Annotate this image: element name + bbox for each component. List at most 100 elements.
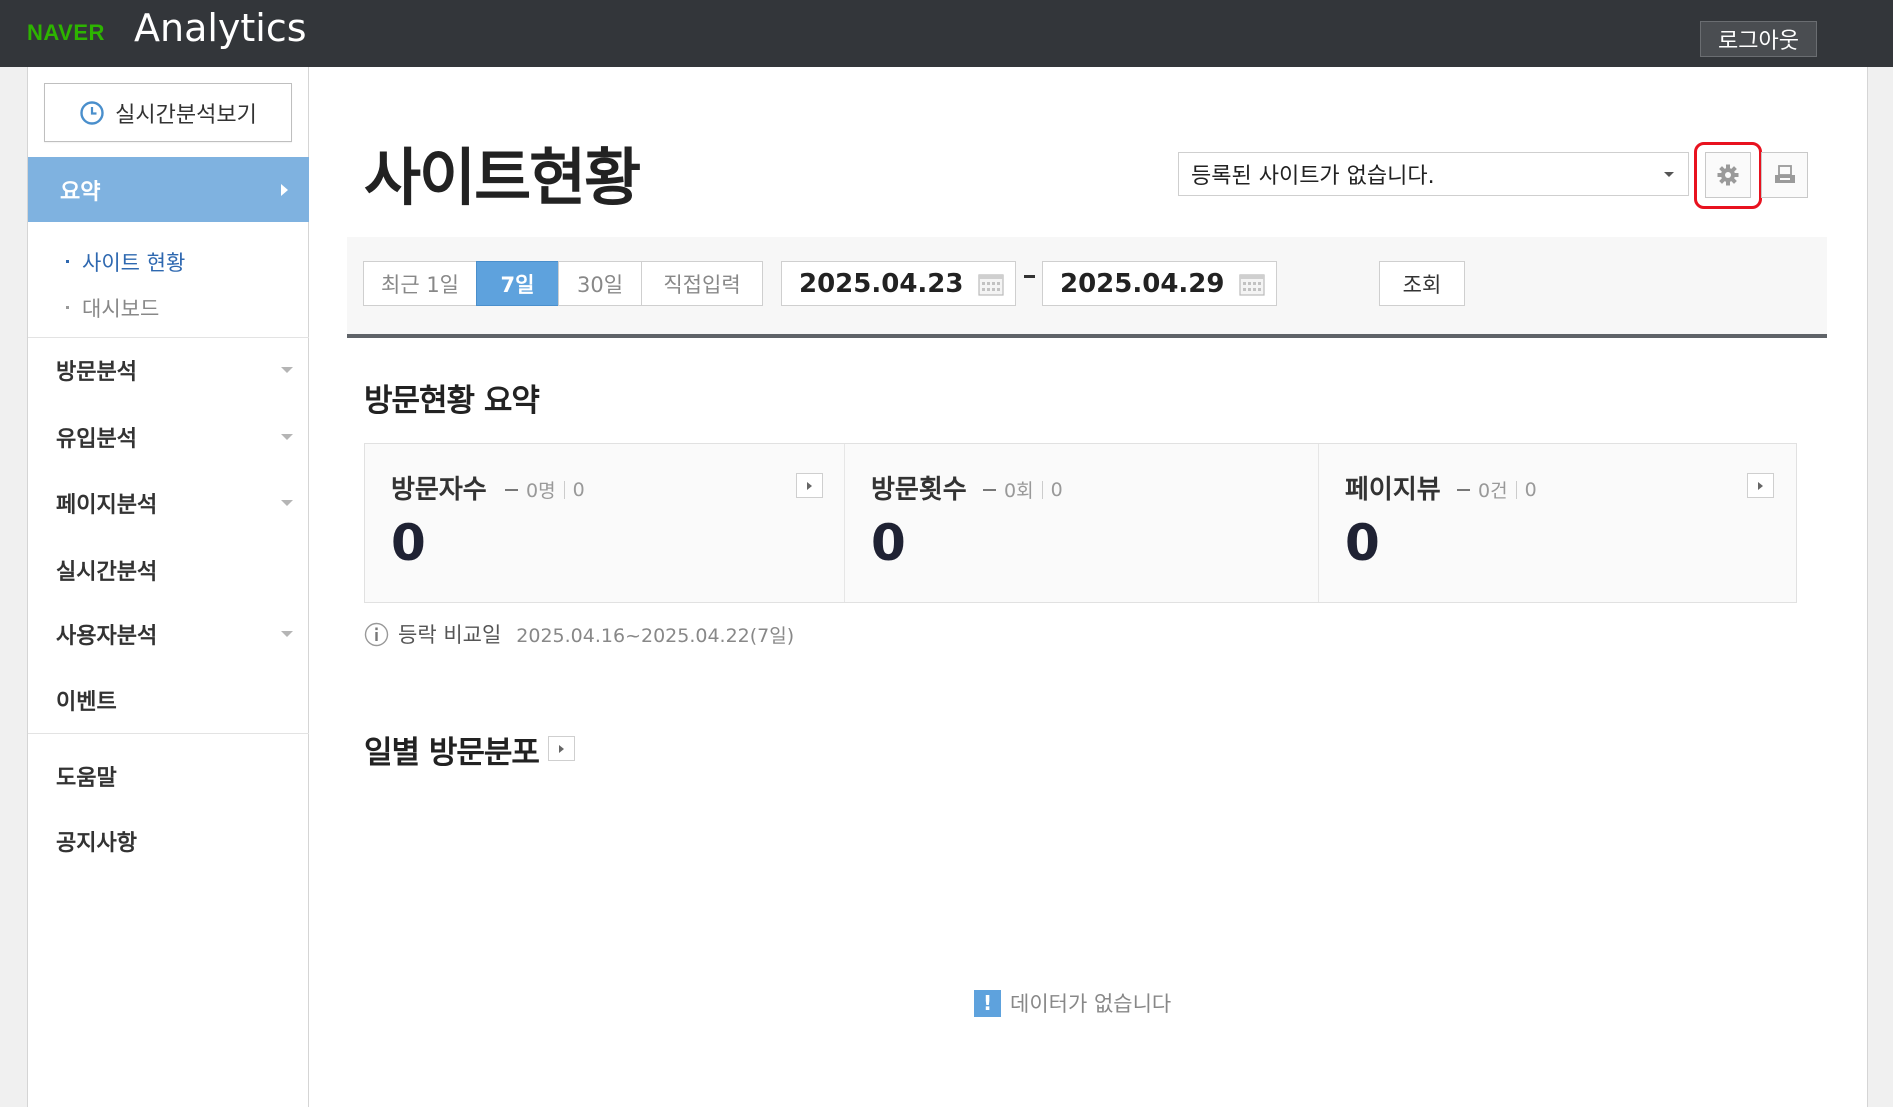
analytics-logo-text[interactable]: Analytics bbox=[134, 6, 307, 50]
no-data-text: 데이터가 없습니다 bbox=[1010, 992, 1172, 1016]
nav-label: 도움말 bbox=[56, 766, 117, 791]
nav-label: 유입분석 bbox=[56, 427, 137, 452]
nav-label: 사용자분석 bbox=[56, 624, 158, 649]
nav-label: 실시간분석 bbox=[56, 560, 158, 585]
end-date-value: 2025.04.29 bbox=[1060, 268, 1225, 299]
stat-compare-value: 0회 bbox=[1004, 480, 1034, 502]
visit-summary-panel: 방문자수 0명 0 0 방문횟수 0회 0 0 페이지뷰 0건 0 0 bbox=[364, 443, 1797, 603]
stat-compare: 0회 0 bbox=[983, 476, 1063, 503]
naver-logo[interactable]: NAVER bbox=[27, 20, 105, 46]
nav-label: 공지사항 bbox=[56, 831, 137, 856]
no-data-message: ! 데이터가 없습니다 bbox=[974, 988, 1171, 1018]
bullet-icon bbox=[66, 306, 69, 309]
calendar-icon[interactable] bbox=[978, 272, 1004, 296]
chevron-down-icon bbox=[281, 631, 293, 637]
search-button[interactable]: 조회 bbox=[1379, 261, 1465, 306]
stat-value: 0 bbox=[871, 514, 906, 572]
sidebar-item-notice[interactable]: 공지사항 bbox=[28, 816, 310, 866]
start-date-field[interactable]: 2025.04.23 bbox=[781, 261, 1016, 306]
range-button-7days[interactable]: 7일 bbox=[476, 261, 559, 306]
bullet-icon bbox=[66, 260, 69, 263]
subnav-label: 사이트 현황 bbox=[82, 251, 186, 275]
end-date-field[interactable]: 2025.04.29 bbox=[1042, 261, 1277, 306]
range-button-30days[interactable]: 30일 bbox=[558, 261, 642, 306]
stat-card-visitors: 방문자수 0명 0 0 bbox=[365, 444, 845, 602]
stat-compare: 0건 0 bbox=[1457, 476, 1537, 503]
logout-button[interactable]: 로그아웃 bbox=[1700, 21, 1817, 57]
date-range-separator bbox=[1024, 275, 1035, 278]
divider bbox=[1515, 480, 1517, 499]
sidebar-divider bbox=[28, 733, 310, 734]
visitors-detail-button[interactable] bbox=[796, 473, 823, 498]
visit-summary-title: 방문현황 요약 bbox=[364, 383, 540, 419]
exclamation-icon: ! bbox=[974, 989, 1001, 1017]
daily-distribution-title: 일별 방문분포 bbox=[364, 735, 540, 771]
calendar-icon[interactable] bbox=[1239, 272, 1265, 296]
range-button-group: 최근 1일 7일 30일 직접입력 bbox=[363, 261, 763, 306]
divider bbox=[1041, 480, 1043, 499]
sidebar-item-help[interactable]: 도움말 bbox=[28, 751, 310, 801]
start-date-value: 2025.04.23 bbox=[799, 268, 964, 299]
compare-period: 등락 비교일 2025.04.16~2025.04.22(7일) bbox=[364, 619, 794, 649]
divider bbox=[563, 480, 565, 499]
print-button[interactable] bbox=[1761, 152, 1808, 198]
realtime-analysis-button[interactable]: 실시간분석보기 bbox=[44, 83, 292, 142]
sidebar-item-page-analysis[interactable]: 페이지분석 bbox=[28, 478, 310, 528]
pageviews-detail-button[interactable] bbox=[1747, 473, 1774, 498]
stat-change: 0 bbox=[1050, 478, 1063, 501]
subnav-label: 대시보드 bbox=[82, 297, 160, 321]
page-right-margin bbox=[1867, 67, 1893, 1107]
minus-icon bbox=[983, 488, 996, 491]
sidebar: 실시간분석보기 요약 사이트 현황 대시보드 방문분석 유입분석 페이지분석 실… bbox=[27, 67, 310, 1107]
daily-distribution-detail-button[interactable] bbox=[548, 736, 575, 761]
range-button-custom[interactable]: 직접입력 bbox=[641, 261, 763, 306]
sidebar-item-realtime-analysis[interactable]: 실시간분석 bbox=[28, 545, 310, 595]
stat-compare: 0명 0 bbox=[505, 476, 585, 503]
chevron-down-icon bbox=[1664, 172, 1674, 177]
top-bar: NAVER Analytics 로그아웃 bbox=[0, 0, 1893, 67]
compare-range: 2025.04.16~2025.04.22(7일) bbox=[516, 624, 795, 647]
clock-icon bbox=[80, 100, 104, 125]
stat-value: 0 bbox=[1345, 514, 1380, 572]
chevron-down-icon bbox=[281, 367, 293, 373]
settings-button[interactable] bbox=[1705, 152, 1751, 198]
sidebar-item-user-analysis[interactable]: 사용자분석 bbox=[28, 609, 310, 659]
subnav-item-site-status[interactable]: 사이트 현황 bbox=[28, 239, 310, 285]
sidebar-item-event[interactable]: 이벤트 bbox=[28, 675, 310, 725]
stat-name: 방문횟수 bbox=[871, 475, 967, 505]
site-select-dropdown[interactable]: 등록된 사이트가 없습니다. bbox=[1178, 152, 1689, 196]
sidebar-item-inflow-analysis[interactable]: 유입분석 bbox=[28, 412, 310, 462]
range-button-1day[interactable]: 최근 1일 bbox=[363, 261, 477, 306]
chevron-down-icon bbox=[281, 434, 293, 440]
stat-value: 0 bbox=[391, 514, 426, 572]
sidebar-item-visit-analysis[interactable]: 방문분석 bbox=[28, 345, 310, 395]
chevron-right-icon bbox=[1758, 481, 1763, 490]
compare-label: 등락 비교일 bbox=[398, 623, 502, 647]
sidebar-summary-label: 요약 bbox=[60, 179, 101, 205]
stat-compare-value: 0명 bbox=[526, 480, 556, 502]
chevron-down-icon bbox=[281, 500, 293, 506]
site-select-value: 등록된 사이트가 없습니다. bbox=[1191, 164, 1435, 189]
stat-name: 페이지뷰 bbox=[1345, 475, 1441, 505]
stat-name: 방문자수 bbox=[391, 475, 487, 505]
stat-card-pageviews: 페이지뷰 0건 0 0 bbox=[1319, 444, 1796, 602]
sidebar-divider bbox=[28, 337, 310, 338]
chevron-right-icon bbox=[281, 184, 288, 196]
stat-change: 0 bbox=[1524, 478, 1537, 501]
nav-label: 방문분석 bbox=[56, 360, 137, 385]
chevron-right-icon bbox=[559, 744, 564, 753]
realtime-analysis-label: 실시간분석보기 bbox=[115, 102, 257, 128]
gear-icon bbox=[1717, 164, 1739, 186]
summary-subnav: 사이트 현황 대시보드 bbox=[28, 239, 310, 331]
nav-label: 페이지분석 bbox=[56, 493, 158, 518]
minus-icon bbox=[505, 488, 518, 491]
date-filter-bar: 최근 1일 7일 30일 직접입력 2025.04.23 2025.04.29 bbox=[347, 237, 1827, 338]
nav-label: 이벤트 bbox=[56, 690, 117, 715]
stat-change: 0 bbox=[572, 478, 585, 501]
printer-icon bbox=[1774, 165, 1795, 183]
info-icon bbox=[364, 622, 389, 646]
sidebar-item-summary[interactable]: 요약 bbox=[28, 157, 310, 222]
stat-card-visits: 방문횟수 0회 0 0 bbox=[845, 444, 1319, 602]
subnav-item-dashboard[interactable]: 대시보드 bbox=[28, 285, 310, 331]
chevron-right-icon bbox=[807, 481, 812, 490]
